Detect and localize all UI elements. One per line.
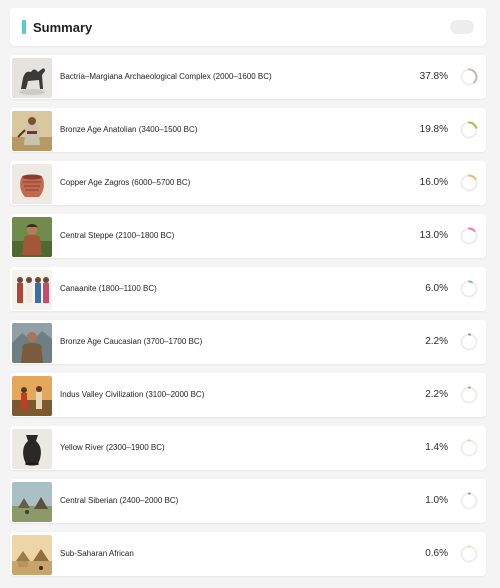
anatolian-figure-thumbnail bbox=[12, 111, 52, 151]
canaanite-group-thumbnail bbox=[12, 270, 52, 310]
ancestry-percent: 2.2% bbox=[425, 389, 448, 400]
ancestry-name: Bronze Age Anatolian (3400–1500 BC) bbox=[60, 125, 198, 134]
ancestry-name: Sub-Saharan African bbox=[60, 549, 134, 558]
percent-ring-icon bbox=[460, 227, 478, 245]
percent-ring-icon bbox=[460, 333, 478, 351]
summary-toggle[interactable] bbox=[450, 20, 474, 34]
ancestry-percent: 16.0% bbox=[419, 177, 448, 188]
ancestry-percent: 37.8% bbox=[419, 71, 448, 82]
header-accent-bar bbox=[22, 20, 26, 34]
ancestry-name: Bactria–Margiana Archaeological Complex … bbox=[60, 72, 272, 81]
ancestry-percent: 0.6% bbox=[425, 548, 448, 559]
ancestry-percent: 13.0% bbox=[419, 230, 448, 241]
ancestry-row[interactable]: Central Siberian (2400–2000 BC) 1.0% bbox=[10, 479, 486, 523]
siberian-camp-thumbnail bbox=[12, 482, 52, 522]
clay-pot-thumbnail bbox=[12, 164, 52, 204]
percent-ring-icon bbox=[460, 280, 478, 298]
ancestry-name: Yellow River (2300–1900 BC) bbox=[60, 443, 165, 452]
ancestry-row[interactable]: Bronze Age Caucasian (3700–1700 BC) 2.2% bbox=[10, 320, 486, 364]
percent-ring-icon bbox=[460, 121, 478, 139]
percent-ring-icon bbox=[460, 68, 478, 86]
summary-header: Summary bbox=[10, 8, 486, 46]
ancestry-percent: 1.4% bbox=[425, 442, 448, 453]
african-village-thumbnail bbox=[12, 535, 52, 575]
ancestry-name: Central Steppe (2100–1800 BC) bbox=[60, 231, 175, 240]
percent-ring-icon bbox=[460, 439, 478, 457]
percent-ring-icon bbox=[460, 386, 478, 404]
percent-ring-icon bbox=[460, 174, 478, 192]
ancestry-name: Copper Age Zagros (6000–5700 BC) bbox=[60, 178, 191, 187]
indus-people-thumbnail bbox=[12, 376, 52, 416]
ancestry-row[interactable]: Sub-Saharan African 0.6% bbox=[10, 532, 486, 576]
ancestry-row[interactable]: Yellow River (2300–1900 BC) 1.4% bbox=[10, 426, 486, 470]
ancestry-name: Bronze Age Caucasian (3700–1700 BC) bbox=[60, 337, 203, 346]
caucasian-man-thumbnail bbox=[12, 323, 52, 363]
ancestry-name: Indus Valley Civilization (3100–2000 BC) bbox=[60, 390, 205, 399]
camel-figurine-thumbnail bbox=[12, 58, 52, 98]
black-vessel-thumbnail bbox=[12, 429, 52, 469]
summary-title: Summary bbox=[33, 19, 93, 35]
ancestry-percent: 19.8% bbox=[419, 124, 448, 135]
ancestry-row[interactable]: Canaanite (1800–1100 BC) 6.0% bbox=[10, 267, 486, 311]
ancestry-row[interactable]: Indus Valley Civilization (3100–2000 BC)… bbox=[10, 373, 486, 417]
ancestry-row[interactable]: Central Steppe (2100–1800 BC) 13.0% bbox=[10, 214, 486, 258]
ancestry-percent: 1.0% bbox=[425, 495, 448, 506]
ancestry-name: Canaanite (1800–1100 BC) bbox=[60, 284, 157, 293]
ancestry-name: Central Siberian (2400–2000 BC) bbox=[60, 496, 179, 505]
percent-ring-icon bbox=[460, 492, 478, 510]
ancestry-percent: 2.2% bbox=[425, 336, 448, 347]
ancestry-row[interactable]: Copper Age Zagros (6000–5700 BC) 16.0% bbox=[10, 161, 486, 205]
ancestry-row[interactable]: Bactria–Margiana Archaeological Complex … bbox=[10, 55, 486, 99]
ancestry-percent: 6.0% bbox=[425, 283, 448, 294]
steppe-person-thumbnail bbox=[12, 217, 52, 257]
ancestry-row[interactable]: Bronze Age Anatolian (3400–1500 BC) 19.8% bbox=[10, 108, 486, 152]
percent-ring-icon bbox=[460, 545, 478, 563]
summary-panel: Summary Bactria–Margiana Archaeological … bbox=[0, 0, 500, 588]
